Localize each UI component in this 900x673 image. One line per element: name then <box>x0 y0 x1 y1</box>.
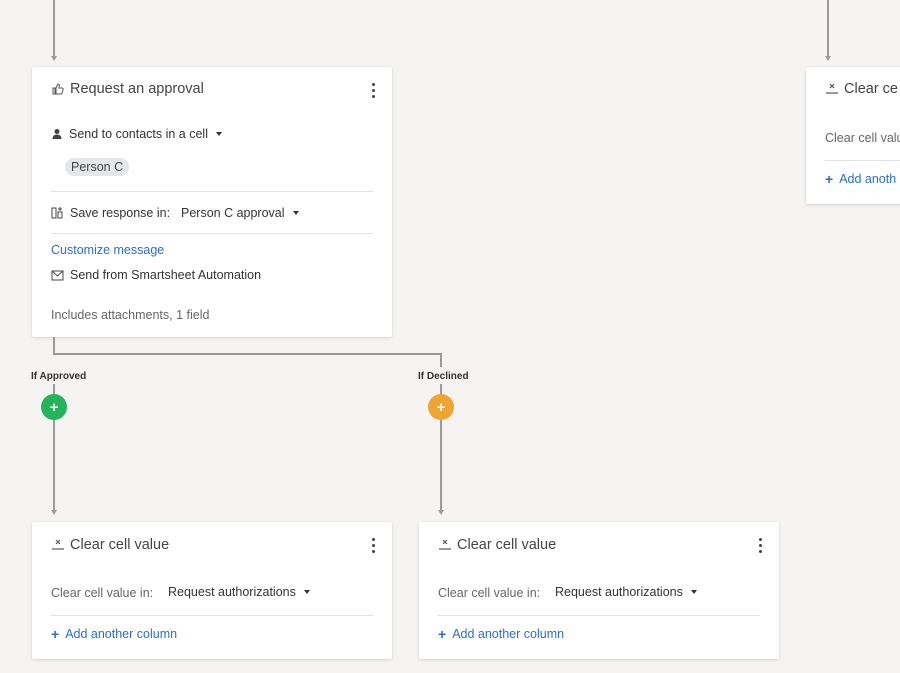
clear-field-label: Clear cell value in: <box>51 586 154 600</box>
plus-icon: + <box>438 626 447 642</box>
clear-title: Clear ce <box>844 81 898 97</box>
add-column-label: Add another column <box>452 627 565 641</box>
save-response-label: Save response in: <box>70 206 171 220</box>
connector-line <box>53 384 55 394</box>
send-to-dropdown[interactable]: Send to contacts in a cell <box>51 127 222 141</box>
add-column-label: Add anoth <box>839 172 897 186</box>
plus-icon: + <box>825 171 834 187</box>
clear-cell-icon <box>51 538 65 552</box>
branch-label-approved: If Approved <box>31 371 87 382</box>
connector-arrow <box>51 56 57 61</box>
more-vertical-icon[interactable] <box>370 538 376 554</box>
clear-field-label: Clear cell value in: <box>438 586 541 600</box>
clear-field-value: Request authorizations <box>555 585 683 599</box>
approval-title: Request an approval <box>70 81 204 97</box>
person-icon <box>52 129 62 139</box>
add-another-column-button[interactable]: + Add another column <box>438 626 564 642</box>
send-from-row: Send from Smartsheet Automation <box>51 268 261 282</box>
plus-icon: + <box>436 398 446 416</box>
clear-cell-icon <box>825 82 839 96</box>
divider <box>825 160 900 161</box>
clear-field-dropdown[interactable]: Request authorizations <box>555 585 697 599</box>
connector-arrow <box>825 56 831 61</box>
chevron-down-icon <box>292 211 299 215</box>
save-response-row: Save response in: <box>51 206 170 220</box>
card-title: Request an approval <box>51 81 204 97</box>
connector-line <box>53 420 55 510</box>
chevron-down-icon <box>215 132 222 136</box>
clear-cell-card-approved[interactable]: Clear cell value Clear cell value in: Re… <box>32 522 392 659</box>
clear-title: Clear cell value <box>70 537 170 553</box>
thumbs-up-icon <box>51 82 65 96</box>
add-declined-step-button[interactable]: + <box>428 394 454 420</box>
clear-cell-icon <box>438 538 452 552</box>
contact-chip[interactable]: Person C <box>65 158 130 176</box>
connector-line <box>440 420 442 510</box>
clear-field-dropdown[interactable]: Request authorizations <box>168 585 310 599</box>
add-another-column-button[interactable]: + Add another column <box>51 626 177 642</box>
divider <box>51 233 373 234</box>
clear-title: Clear cell value <box>457 537 557 553</box>
connector-arrow <box>51 510 57 515</box>
save-response-value: Person C approval <box>181 206 285 220</box>
card-title: Clear cell value <box>438 537 556 553</box>
card-title: Clear cell value <box>51 537 169 553</box>
chevron-down-icon <box>690 590 697 594</box>
plus-icon: + <box>51 626 60 642</box>
connector-line <box>53 0 55 56</box>
plus-icon: + <box>49 398 59 416</box>
envelope-icon <box>51 270 64 280</box>
connector-line <box>440 353 442 367</box>
card-title: Clear ce <box>825 81 898 97</box>
clear-field-value: Request authorizations <box>168 585 296 599</box>
divider <box>51 191 373 192</box>
send-to-label: Send to contacts in a cell <box>69 127 208 141</box>
customize-message-link[interactable]: Customize message <box>51 243 164 257</box>
approval-card[interactable]: Request an approval Send to contacts in … <box>32 67 392 337</box>
branch-label-declined: If Declined <box>418 371 469 382</box>
divider <box>438 615 760 616</box>
divider <box>51 615 373 616</box>
add-another-column-button[interactable]: + Add anoth <box>825 171 896 187</box>
add-column-label: Add another column <box>65 627 178 641</box>
clear-field-label: Clear cell valu <box>825 131 900 145</box>
includes-text: Includes attachments, 1 field <box>51 308 210 322</box>
columns-icon <box>51 206 63 218</box>
more-vertical-icon[interactable] <box>370 83 376 99</box>
clear-cell-card-declined[interactable]: Clear cell value Clear cell value in: Re… <box>419 522 779 659</box>
connector-line <box>53 353 442 355</box>
connector-line <box>440 384 442 394</box>
more-vertical-icon[interactable] <box>757 538 763 554</box>
add-approved-step-button[interactable]: + <box>41 394 67 420</box>
connector-arrow <box>438 510 444 515</box>
save-response-dropdown[interactable]: Person C approval <box>181 206 299 220</box>
send-from-label: Send from Smartsheet Automation <box>70 268 262 282</box>
chevron-down-icon <box>303 590 310 594</box>
clear-cell-card-right[interactable]: Clear ce Clear cell valu + Add anoth <box>806 67 900 204</box>
connector-line <box>827 0 829 56</box>
